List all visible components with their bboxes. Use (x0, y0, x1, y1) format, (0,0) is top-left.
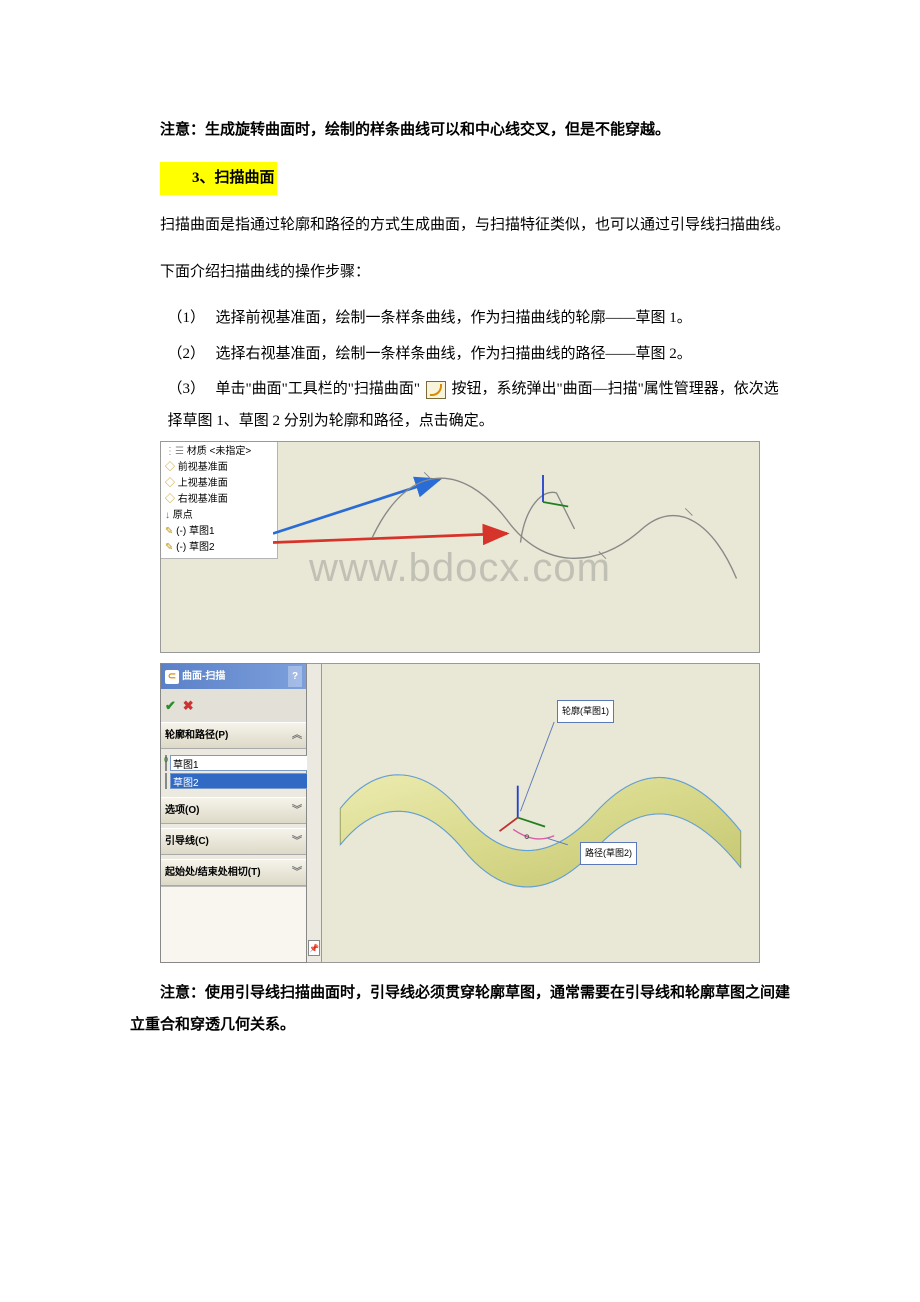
pm-section-guide[interactable]: 引导线(C)︾ (161, 828, 306, 855)
pm-profile-body (161, 749, 306, 797)
sweep-surface-icon (426, 381, 446, 399)
chevron-down-icon: ︾ (292, 800, 302, 821)
paragraph-intro: 扫描曲面是指通过轮廓和路径的方式生成曲面，与扫描特征类似，也可以通过引导线扫描曲… (130, 210, 790, 242)
profile-icon (165, 755, 167, 771)
sweep-icon: ⊂ (165, 670, 179, 684)
figure-sweep-result: ⊂曲面-扫描 ? ✔ ✖ 轮廓和路径(P)︽ (160, 663, 760, 963)
note-2: 注意：使用引导线扫描曲面时，引导线必须贯穿轮廓草图，通常需要在引导线和轮廓草图之… (130, 978, 790, 1041)
note-1: 注意：生成旋转曲面时，绘制的样条曲线可以和中心线交叉，但是不能穿越。 (130, 115, 790, 147)
step-number: （1） (168, 303, 216, 335)
cancel-button[interactable]: ✖ (183, 698, 194, 713)
step-text: 选择右视基准面，绘制一条样条曲线，作为扫描曲线的路径——草图 2。 (216, 346, 692, 362)
pm-section-options[interactable]: 选项(O)︾ (161, 797, 306, 824)
chevron-up-icon: ︽ (292, 725, 302, 746)
step-text: 选择前视基准面，绘制一条样条曲线，作为扫描曲线的轮廓——草图 1。 (216, 310, 692, 326)
section-heading: 3、扫描曲面 (160, 162, 277, 196)
step-1: （1）选择前视基准面，绘制一条样条曲线，作为扫描曲线的轮廓——草图 1。 (130, 303, 790, 335)
pm-pin-column: 📌 (307, 663, 322, 963)
pm-titlebar: ⊂曲面-扫描 ? (161, 664, 306, 689)
help-button[interactable]: ? (288, 666, 302, 687)
profile-input[interactable] (170, 755, 308, 771)
path-icon (165, 773, 167, 789)
tree-material: ⋮☰ 材质 <未指定> (165, 444, 277, 460)
callout-path: 路径(草图2) (580, 842, 637, 865)
path-input[interactable] (170, 773, 308, 789)
tree-origin: ↓ 原点 (165, 508, 277, 524)
step-number: （2） (168, 339, 216, 371)
pm-section-tangent[interactable]: 起始处/结束处相切(T)︾ (161, 859, 306, 886)
section-heading-wrap: 3、扫描曲面 (130, 162, 790, 196)
feature-tree: ⋮☰ 材质 <未指定> ◇ 前视基准面 ◇ 上视基准面 ◇ 右视基准面 ↓ 原点… (161, 442, 278, 559)
profile-field (165, 755, 302, 771)
tree-sketch2: ✎ (-) 草图2 (165, 540, 277, 556)
tree-plane-right: ◇ 右视基准面 (165, 492, 277, 508)
ok-button[interactable]: ✔ (165, 698, 176, 713)
pin-icon[interactable]: 📌 (308, 940, 320, 956)
step-number: （3） (168, 374, 216, 406)
property-manager: ⊂曲面-扫描 ? ✔ ✖ 轮廓和路径(P)︽ (160, 663, 307, 963)
sketch-canvas (273, 442, 759, 652)
chevron-down-icon: ︾ (292, 862, 302, 883)
pm-ok-cancel: ✔ ✖ (161, 689, 306, 722)
path-field (165, 773, 302, 789)
surface-render (322, 664, 759, 962)
step-text-a: 单击"曲面"工具栏的"扫描曲面" (216, 381, 421, 397)
pm-title: 曲面-扫描 (182, 671, 225, 682)
tree-plane-front: ◇ 前视基准面 (165, 460, 277, 476)
document-page: 注意：生成旋转曲面时，绘制的样条曲线可以和中心线交叉，但是不能穿越。 3、扫描曲… (0, 0, 920, 1116)
tree-sketch1: ✎ (-) 草图1 (165, 524, 277, 540)
paragraph-steps-lead: 下面介绍扫描曲线的操作步骤： (130, 257, 790, 289)
pm-section-profile[interactable]: 轮廓和路径(P)︽ (161, 722, 306, 749)
3d-viewport: 轮廓(草图1) 路径(草图2) (322, 663, 760, 963)
tree-plane-top: ◇ 上视基准面 (165, 476, 277, 492)
pm-blank (161, 886, 306, 962)
chevron-down-icon: ︾ (292, 831, 302, 852)
figure-sketch-selection: ⋮☰ 材质 <未指定> ◇ 前视基准面 ◇ 上视基准面 ◇ 右视基准面 ↓ 原点… (160, 441, 760, 653)
step-2: （2）选择右视基准面，绘制一条样条曲线，作为扫描曲线的路径——草图 2。 (130, 339, 790, 371)
step-3: （3）单击"曲面"工具栏的"扫描曲面" 按钮，系统弹出"曲面—扫描"属性管理器，… (130, 374, 790, 437)
callout-profile: 轮廓(草图1) (557, 700, 614, 723)
